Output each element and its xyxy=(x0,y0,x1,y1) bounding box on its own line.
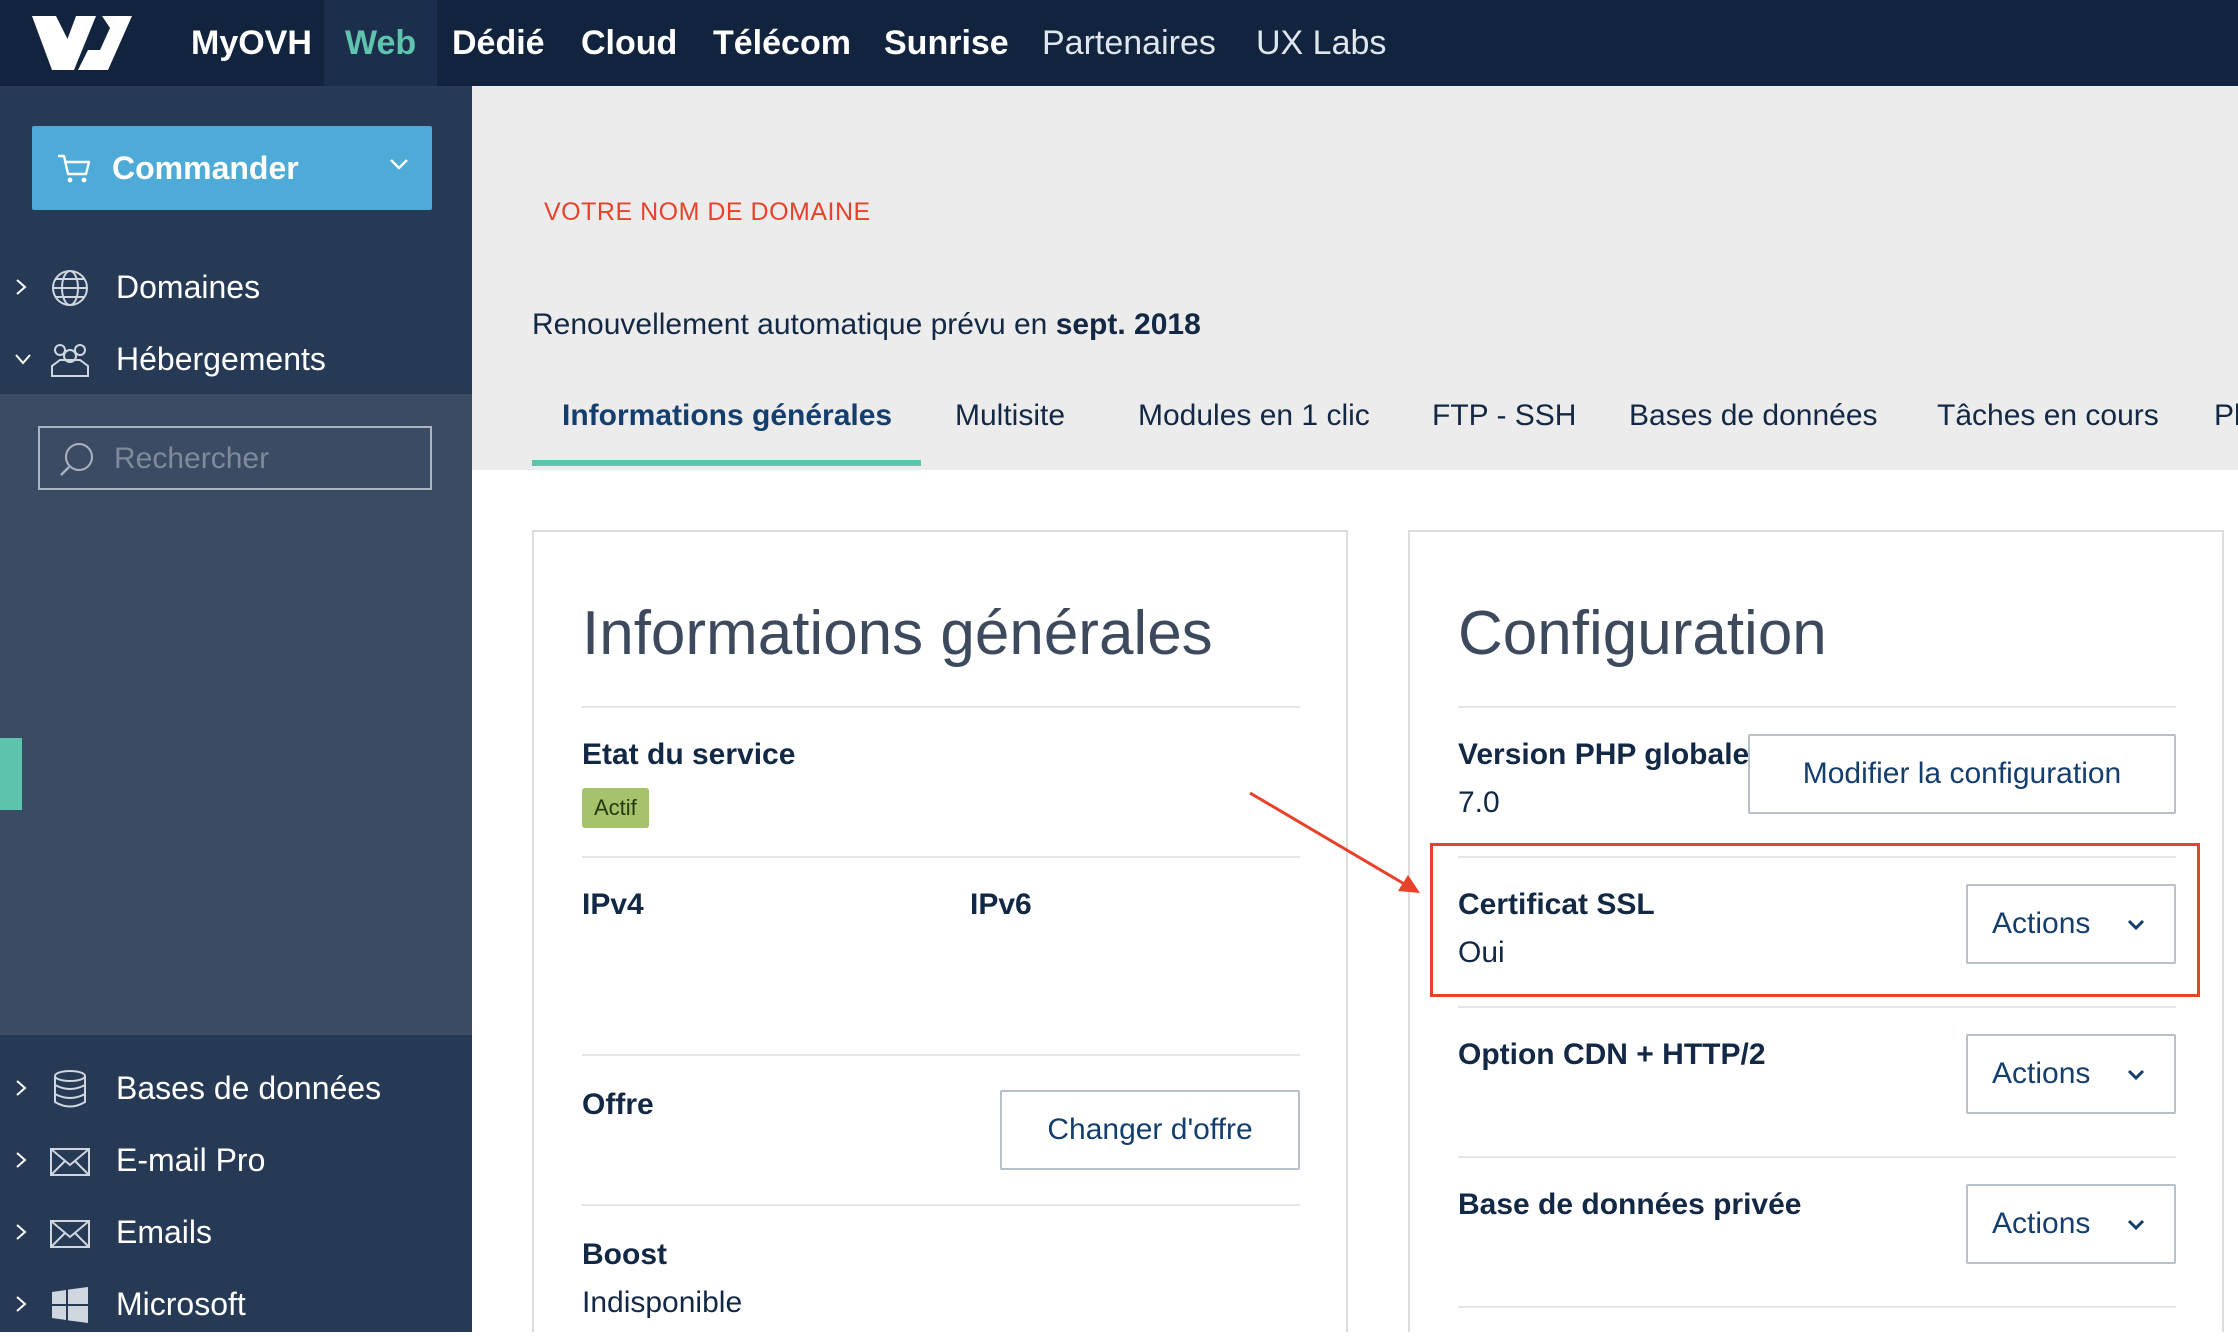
sidebar-item-email-pro[interactable]: E-mail Pro xyxy=(0,1127,472,1193)
sidebar-item-label: Domaines xyxy=(116,269,261,305)
card-title: Configuration xyxy=(1458,599,1827,668)
sidebar-item-bases-de-donnees[interactable]: Bases de données xyxy=(0,1055,472,1121)
offer-label: Offre xyxy=(582,1088,654,1121)
status-badge: Actif xyxy=(582,788,649,828)
service-state-label: Etat du service xyxy=(582,738,796,771)
tab-ftp-ssh[interactable]: FTP - SSH xyxy=(1432,388,1576,466)
divider xyxy=(582,1054,1300,1056)
nav-partenaires[interactable]: Partenaires xyxy=(1042,0,1216,86)
chevron-down-icon xyxy=(15,354,31,365)
divider xyxy=(1458,1006,2176,1008)
sidebar-header: Commander Domaines Hébergements xyxy=(0,86,472,394)
nav-web[interactable]: Web xyxy=(324,0,438,86)
private-database-label: Base de données privée xyxy=(1458,1188,1802,1221)
ipv6-label: IPv6 xyxy=(970,888,1032,921)
users-icon xyxy=(51,344,89,377)
chevron-right-icon xyxy=(16,1224,27,1240)
sidebar: Commander Domaines Hébergements Recherch… xyxy=(0,86,472,1332)
database-icon xyxy=(54,1070,86,1108)
cdn-actions-button[interactable]: Actions xyxy=(1966,1034,2176,1114)
chevron-down-icon xyxy=(390,159,408,170)
php-version-value: 7.0 xyxy=(1458,786,1500,819)
sidebar-item-label: Microsoft xyxy=(116,1286,246,1322)
sidebar-item-domaines[interactable]: Domaines xyxy=(0,254,472,320)
sidebar-item-hebergements[interactable]: Hébergements xyxy=(0,326,472,392)
tab-informations-generales[interactable]: Informations générales xyxy=(532,388,922,466)
button-label: Changer d'offre xyxy=(1047,1113,1253,1146)
button-label: Modifier la configuration xyxy=(1802,757,2122,790)
top-navigation-bar: MyOVH Web Dédié Cloud Télécom Sunrise Pa… xyxy=(0,0,2238,86)
search-input[interactable] xyxy=(112,434,412,484)
sidebar-item-label: E-mail Pro xyxy=(116,1142,266,1178)
chevron-right-icon xyxy=(16,279,27,295)
renewal-info: Renouvellement automatique prévu en sept… xyxy=(532,308,1201,342)
nav-telecom[interactable]: Télécom xyxy=(713,0,851,86)
cdn-option-label: Option CDN + HTTP/2 xyxy=(1458,1038,1766,1071)
nav-dedie[interactable]: Dédié xyxy=(452,0,545,86)
renewal-text: Renouvellement automatique prévu en xyxy=(532,308,1048,341)
card-title: Informations générales xyxy=(582,599,1213,668)
sidebar-item-microsoft[interactable]: Microsoft xyxy=(0,1271,472,1337)
sidebar-footer: Bases de données E-mail Pro Emails Micro… xyxy=(0,1035,472,1332)
modify-configuration-button[interactable]: Modifier la configuration xyxy=(1748,734,2176,814)
nav-myovh[interactable]: MyOVH xyxy=(191,0,312,86)
tab-modules-en-1-clic[interactable]: Modules en 1 clic xyxy=(1138,388,1370,466)
sidebar-item-label: Emails xyxy=(116,1214,213,1250)
sidebar-item-label: Hébergements xyxy=(116,341,326,377)
sidebar-item-label: Bases de données xyxy=(116,1070,382,1106)
mail-icon xyxy=(50,1148,90,1176)
mail-icon xyxy=(50,1220,90,1248)
divider xyxy=(1458,1156,2176,1158)
chevron-down-icon xyxy=(2127,1219,2145,1231)
order-button[interactable]: Commander xyxy=(32,126,432,210)
chevron-right-icon xyxy=(16,1080,27,1096)
sidebar-search xyxy=(38,426,432,490)
annotation-arrow-icon xyxy=(1249,791,1420,893)
ipv4-label: IPv4 xyxy=(582,888,644,921)
annotation-highlight-box xyxy=(1430,843,2200,997)
order-button-label: Commander xyxy=(112,150,299,186)
boost-label: Boost xyxy=(582,1238,667,1271)
tab-more[interactable]: Pl xyxy=(2214,388,2238,466)
nav-ux-labs[interactable]: UX Labs xyxy=(1256,0,1386,86)
chevron-right-icon xyxy=(16,1296,27,1312)
divider xyxy=(582,1204,1300,1206)
domain-name: VOTRE NOM DE DOMAINE xyxy=(544,198,871,226)
private-database-actions-button[interactable]: Actions xyxy=(1966,1184,2176,1264)
tab-bases-de-donnees[interactable]: Bases de données xyxy=(1629,388,1878,466)
divider xyxy=(1458,1306,2176,1308)
globe-icon xyxy=(52,270,88,306)
divider xyxy=(1458,706,2176,708)
change-offer-button[interactable]: Changer d'offre xyxy=(1000,1090,1300,1170)
php-version-label: Version PHP globale xyxy=(1458,738,1750,771)
windows-icon xyxy=(52,1287,88,1323)
chevron-down-icon xyxy=(2127,1069,2145,1081)
main-header: VOTRE NOM DE DOMAINE Renouvellement auto… xyxy=(472,86,2238,470)
cart-icon xyxy=(58,154,91,183)
divider xyxy=(582,856,1300,858)
nav-sunrise[interactable]: Sunrise xyxy=(884,0,1009,86)
boost-value: Indisponible xyxy=(582,1286,743,1319)
renewal-date: sept. 2018 xyxy=(1055,308,1201,341)
active-indicator xyxy=(0,738,22,810)
sidebar-item-emails[interactable]: Emails xyxy=(0,1199,472,1265)
ovh-logo[interactable] xyxy=(30,14,134,72)
search-icon xyxy=(60,443,93,476)
tab-multisite[interactable]: Multisite xyxy=(955,388,1065,466)
general-info-card: Informations générales Etat du service A… xyxy=(532,530,1348,1332)
chevron-right-icon xyxy=(16,1152,27,1168)
tab-taches-en-cours[interactable]: Tâches en cours xyxy=(1937,388,2159,466)
nav-cloud[interactable]: Cloud xyxy=(581,0,677,86)
divider xyxy=(582,706,1300,708)
